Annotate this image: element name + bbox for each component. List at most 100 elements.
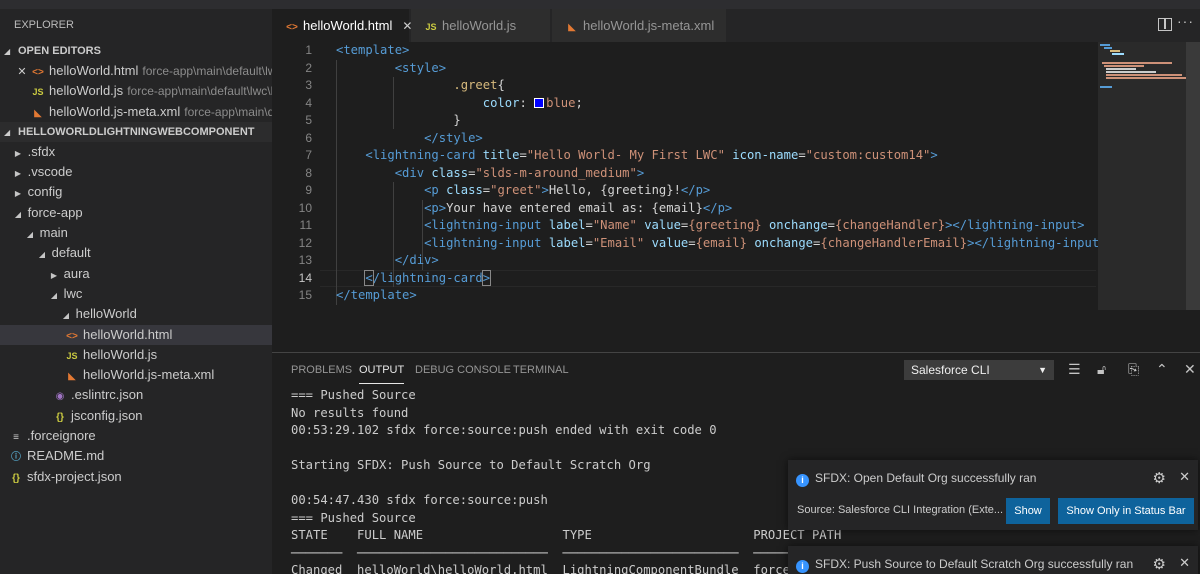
code-line: .greet{	[453, 78, 505, 92]
line-number: 2	[305, 60, 312, 75]
output-line: 00:53:29.102 sfdx force:source:push ende…	[291, 423, 717, 437]
line-number: 11	[299, 218, 312, 232]
line-number: 4	[305, 95, 312, 110]
minimap-line	[1102, 62, 1172, 64]
eslint-icon: ◉	[55, 391, 65, 403]
tree-item-readme[interactable]: ⓘ README.md	[0, 446, 272, 466]
chevron-down-icon: ◢	[14, 209, 22, 219]
info-icon: ⓘ	[11, 452, 21, 464]
minimap-line	[1104, 47, 1112, 49]
more-actions-icon[interactable]: ···	[1177, 13, 1194, 29]
title-bar	[0, 0, 1200, 9]
html-icon: <>	[286, 22, 298, 33]
editor-tab-bar: <> helloWorld.html ✕ JS helloWorld.js ◣ hell…	[272, 9, 1200, 42]
notification-message: SFDX: Push Source to Default Scratch Org…	[815, 557, 1134, 571]
output-line: STATE FULL NAME TYPE PROJECT PATH	[291, 528, 842, 542]
json-icon: {}	[56, 411, 64, 423]
tree-item-config[interactable]: ▶ config	[0, 182, 272, 202]
tree-item-lwc[interactable]: ◢ lwc	[0, 284, 272, 304]
js-icon: JS	[425, 22, 437, 32]
chevron-right-icon: ▶	[50, 270, 58, 280]
gear-icon[interactable]: ⚙	[1153, 555, 1166, 573]
output-log: === Pushed Source No results found 00:53…	[291, 387, 841, 574]
minimap-line	[1104, 65, 1144, 67]
tree-item-helloworld[interactable]: ◢ helloWorld	[0, 304, 272, 324]
code-line: <p class="greet">Hello, {greeting}!</p>	[424, 183, 711, 197]
line-number: 6	[305, 130, 312, 145]
close-icon[interactable]: ✕	[1179, 469, 1190, 485]
tab-problems[interactable]: PROBLEMS	[291, 364, 352, 376]
close-panel-icon[interactable]: ✕	[1184, 361, 1196, 378]
tree-item-helloworld-js[interactable]: JS helloWorld.js	[0, 345, 272, 365]
chevron-down-icon: ◢	[62, 311, 70, 321]
open-editors-header[interactable]: ◢ OPEN EDITORS	[0, 41, 272, 61]
file-lines-icon: ≡	[13, 432, 19, 444]
minimap-line	[1106, 68, 1136, 70]
code-line: </lightning-card>	[364, 269, 492, 286]
tree-item-vscode[interactable]: ▶ .vscode	[0, 162, 272, 182]
chevron-down-icon: ◢	[4, 127, 11, 137]
notification-message: SFDX: Open Default Org successfully ran	[815, 471, 1037, 485]
open-editor-item-html[interactable]: ✕ <> helloWorld.html force-app\main\default…	[0, 61, 272, 81]
tree-item-jsconfig[interactable]: {} jsconfig.json	[0, 406, 272, 426]
tab-helloworld-js[interactable]: JS helloWorld.js	[411, 9, 551, 42]
chevron-down-icon: ◢	[4, 47, 11, 56]
html-icon: <>	[66, 330, 78, 342]
tree-item-forceignore[interactable]: ≡ .forceignore	[0, 426, 272, 446]
output-line: Starting SFDX: Push Source to Default Sc…	[291, 458, 651, 472]
code-line: <template>	[336, 43, 410, 57]
minimap[interactable]	[1098, 42, 1200, 352]
lock-scroll-icon[interactable]: 🔓︎	[1097, 361, 1106, 378]
show-button[interactable]: Show	[1006, 498, 1050, 524]
code-line: <style>	[394, 60, 447, 75]
tree-item-sfdx[interactable]: ▶ .sfdx	[0, 142, 272, 162]
split-editor-icon[interactable]	[1158, 18, 1172, 31]
tree-item-aura[interactable]: ▶ aura	[0, 264, 272, 284]
code-line: <div class="slds-m-around_medium">	[394, 165, 645, 180]
open-editor-item-xml[interactable]: ◣helloWorld.js-meta.xmlforce-app\main\d.…	[0, 102, 272, 122]
rss-xml-icon: ◣	[568, 22, 576, 33]
rss-xml-icon: ◣	[34, 107, 42, 119]
code-line: <lightning-input label="Name" value={gre…	[424, 218, 1085, 232]
open-editor-item-js[interactable]: JS helloWorld.js force-app\main\default\lw…	[0, 81, 272, 101]
tree-item-default[interactable]: ◢ default	[0, 243, 272, 263]
open-log-icon[interactable]: ⎘	[1128, 361, 1139, 378]
tree-item-helloworld-meta-xml[interactable]: ◣ helloWorld.js-meta.xml	[0, 365, 272, 385]
tab-helloworld-html[interactable]: <> helloWorld.html ✕	[272, 9, 412, 42]
code-editor[interactable]: 1 2 3 4 5 6 7 8 9 10 11 12 13 14 15 <tem…	[272, 42, 1098, 352]
close-icon[interactable]: ✕	[1179, 555, 1190, 571]
line-number: 12	[298, 235, 312, 250]
output-channel-select[interactable]: Salesforce CLI ▼	[904, 360, 1054, 380]
output-line: === Pushed Source	[291, 510, 416, 525]
gear-icon[interactable]: ⚙	[1153, 469, 1166, 487]
rss-xml-icon: ◣	[68, 371, 76, 383]
editor-scrollbar[interactable]	[1186, 42, 1200, 310]
chevron-down-icon: ◢	[50, 290, 58, 300]
tab-terminal[interactable]: TERMINAL	[513, 364, 569, 376]
tree-item-sfdx-project[interactable]: {} sfdx-project.json	[0, 467, 272, 487]
chevron-right-icon: ▶	[14, 148, 22, 158]
tab-debug-console[interactable]: DEBUG CONSOLE	[415, 364, 511, 376]
output-line: ─────── ────────────────────────── ─────…	[291, 545, 834, 560]
html-icon: <>	[32, 67, 44, 78]
tree-item-main[interactable]: ◢ main	[0, 223, 272, 243]
code-line: <p>Your have entered email as: {email}</…	[424, 200, 733, 215]
line-number-gutter: 1 2 3 4 5 6 7 8 9 10 11 12 13 14 15	[272, 42, 312, 305]
tree-item-helloworld-html[interactable]: <> helloWorld.html	[0, 324, 272, 345]
show-only-in-status-bar-button[interactable]: Show Only in Status Bar	[1058, 498, 1194, 524]
tab-helloworld-meta-xml[interactable]: ◣ helloWorld.js-meta.xml	[552, 9, 727, 42]
maximize-panel-icon[interactable]: ⌃	[1156, 361, 1168, 378]
close-icon[interactable]: ✕	[14, 62, 30, 81]
tree-item-force-app[interactable]: ◢ force-app	[0, 203, 272, 223]
tree-item-eslintrc[interactable]: ◉ .eslintrc.json	[0, 385, 272, 405]
line-number: 9	[305, 183, 312, 197]
project-header[interactable]: ◢ HELLOWORLDLIGHTNINGWEBCOMPONENT	[0, 121, 272, 142]
json-icon: {}	[12, 472, 20, 484]
code-line: <lightning-card title="Hello World- My F…	[365, 148, 938, 162]
tab-output[interactable]: OUTPUT	[359, 364, 405, 384]
color-swatch[interactable]	[534, 97, 545, 108]
code-line: </template>	[336, 288, 417, 302]
info-icon: i	[796, 474, 809, 487]
clear-output-icon[interactable]: ☰	[1068, 361, 1081, 378]
